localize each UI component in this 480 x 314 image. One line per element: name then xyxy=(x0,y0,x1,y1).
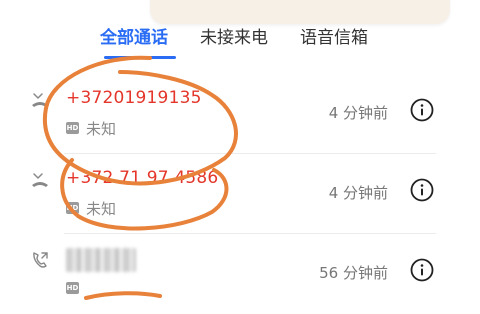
missed-call-icon xyxy=(32,173,48,187)
call-time: 56 分钟前 xyxy=(319,264,388,282)
caller-number: +37201919135 xyxy=(66,88,202,108)
call-log-row[interactable]: +372 71 97 4586 HD 未知 4 分钟前 xyxy=(0,154,480,234)
missed-call-icon xyxy=(32,93,48,107)
tab-all-calls[interactable]: 全部通话 xyxy=(100,26,168,50)
active-tab-indicator xyxy=(104,56,176,59)
caller-number-redacted xyxy=(66,248,136,272)
info-icon[interactable] xyxy=(410,98,434,122)
call-time: 4 分钟前 xyxy=(328,184,388,202)
info-icon[interactable] xyxy=(410,258,434,282)
hd-badge: HD xyxy=(66,122,79,134)
caller-number: +372 71 97 4586 xyxy=(66,168,219,188)
call-log-row[interactable]: +37201919135 HD 未知 4 分钟前 xyxy=(0,74,480,154)
banner-text: ▔ ▔ ▔ ▔ ▔ ▔ ▔ ▔ xyxy=(188,0,365,16)
caller-label: 未知 xyxy=(86,120,117,138)
caller-label: 未知 xyxy=(86,200,117,218)
info-icon[interactable] xyxy=(410,178,434,202)
hd-badge: HD xyxy=(66,282,79,294)
call-log-row[interactable]: HD 56 分钟前 xyxy=(0,234,480,314)
call-tabs: 全部通话 未接来电 语音信箱 xyxy=(0,26,480,59)
tab-voicemail[interactable]: 语音信箱 xyxy=(300,26,368,50)
top-banner: ▔ ▔ ▔ ▔ ▔ ▔ ▔ ▔ xyxy=(150,0,450,24)
tab-missed-calls[interactable]: 未接来电 xyxy=(200,26,268,50)
outgoing-call-icon xyxy=(33,252,48,268)
call-time: 4 分钟前 xyxy=(328,104,388,122)
hd-badge: HD xyxy=(66,202,79,214)
